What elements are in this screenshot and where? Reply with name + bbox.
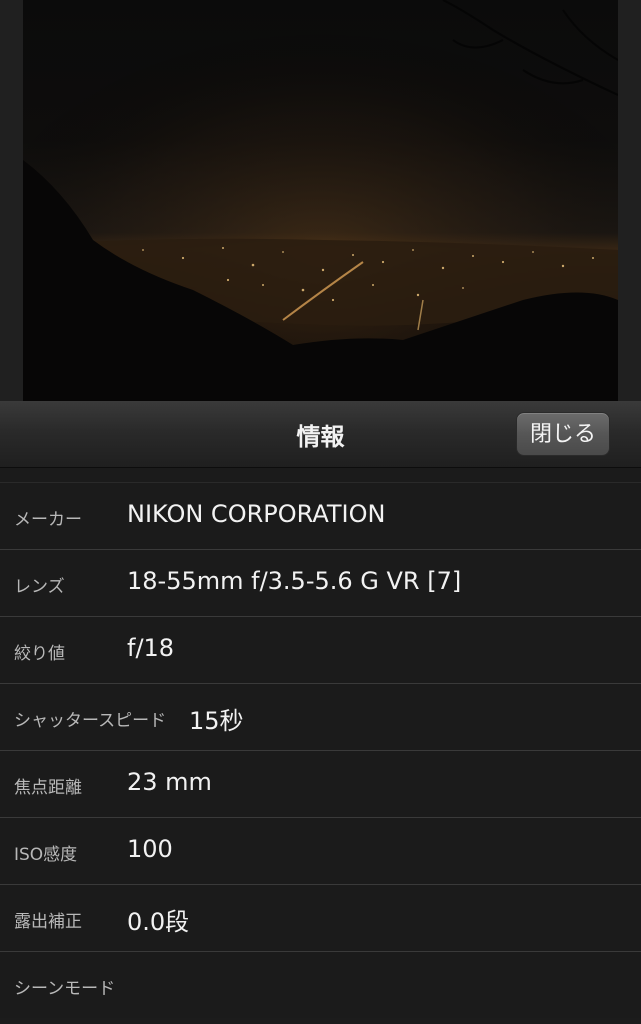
row-value: 23 mm (127, 768, 212, 796)
row-label: シーンモード (14, 979, 116, 999)
row-value: 100 (127, 835, 173, 863)
row-label: 焦点距離 (14, 778, 82, 798)
night-cityscape-image (23, 0, 618, 401)
info-row-lens: レンズ 18-55mm f/3.5-5.6 G VR [7] (0, 549, 641, 616)
row-value: 18-55mm f/3.5-5.6 G VR [7] (127, 567, 462, 595)
photo-preview[interactable] (23, 0, 618, 401)
row-label: 絞り値 (14, 644, 65, 664)
info-row-exposure-compensation: 露出補正 0.0段 (0, 884, 641, 951)
row-label: メーカー (14, 510, 82, 530)
row-value: f/18 (127, 634, 175, 662)
row-label: シャッタースピード (14, 711, 167, 731)
row-value: 15秒 (189, 707, 244, 735)
close-button[interactable]: 閉じる (516, 412, 610, 456)
info-row-iso: ISO感度 100 (0, 817, 641, 884)
row-value: NIKON CORPORATION (127, 500, 386, 528)
row-label: 露出補正 (14, 912, 82, 932)
info-row-shutter-speed: シャッタースピード 15秒 (0, 683, 641, 750)
photo-area (0, 0, 641, 401)
info-row-aperture: 絞り値 f/18 (0, 616, 641, 683)
navigation-bar: 情報 閉じる (0, 401, 641, 468)
row-label: レンズ (14, 577, 65, 597)
row-value: 0.0段 (127, 908, 190, 936)
info-row-maker: メーカー NIKON CORPORATION (0, 482, 641, 549)
info-row-scene-mode: シーンモード (0, 951, 641, 1018)
row-label: ISO感度 (14, 845, 78, 865)
info-list: メーカー NIKON CORPORATION レンズ 18-55mm f/3.5… (0, 468, 641, 1018)
info-row-focal-length: 焦点距離 23 mm (0, 750, 641, 817)
list-top-spacer (0, 468, 641, 482)
